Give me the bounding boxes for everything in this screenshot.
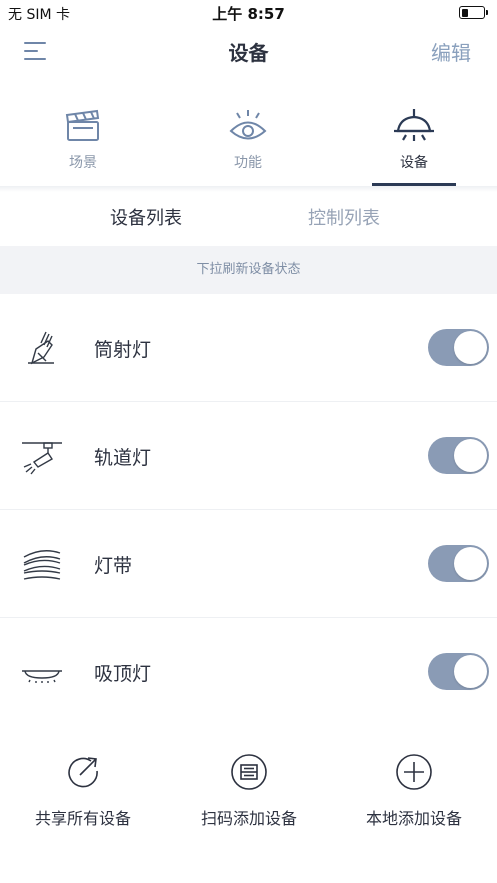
bottom-action-bar: 共享所有设备 扫码添加设备 本地添加设备	[0, 740, 497, 840]
device-name: 筒射灯	[94, 339, 152, 361]
local-add-device-button[interactable]: 本地添加设备	[331, 740, 497, 829]
navigation-bar: 设备 编辑	[0, 26, 497, 76]
share-all-devices-label: 共享所有设备	[34, 809, 131, 828]
device-power-toggle[interactable]	[428, 545, 489, 582]
tab-devices-label: 设备	[400, 155, 428, 171]
sub-tab-bar: 设备列表 控制列表	[0, 192, 497, 246]
toggle-knob	[454, 439, 487, 472]
light-strip-icon	[23, 550, 61, 580]
tab-scenes[interactable]: 场景	[28, 100, 138, 186]
edit-button[interactable]: 编辑	[431, 37, 471, 66]
battery-icon	[459, 6, 488, 19]
main-tab-bar: 场景 功能 设备	[0, 100, 497, 186]
hamburger-icon[interactable]	[22, 39, 48, 63]
list-item: 筒射灯	[0, 294, 497, 402]
clapperboard-icon	[65, 109, 100, 141]
list-item: 轨道灯	[0, 402, 497, 510]
device-power-toggle[interactable]	[428, 329, 489, 366]
list-item: 灯带	[0, 510, 497, 618]
pendant-lamp-icon	[394, 109, 434, 141]
toggle-knob	[454, 655, 487, 688]
scan-icon	[231, 754, 267, 790]
toggle-knob	[454, 547, 487, 580]
device-power-toggle[interactable]	[428, 653, 489, 690]
subtab-control-list[interactable]: 控制列表	[308, 204, 380, 230]
ceiling-light-icon	[22, 670, 62, 683]
device-power-toggle[interactable]	[428, 437, 489, 474]
tab-scenes-label: 场景	[69, 155, 97, 171]
pull-refresh-hint: 下拉刷新设备状态	[0, 246, 497, 294]
device-name: 吸顶灯	[94, 663, 152, 685]
add-icon	[396, 754, 432, 790]
tab-functions[interactable]: 功能	[193, 100, 303, 186]
device-name: 轨道灯	[94, 447, 152, 469]
share-all-devices-button[interactable]: 共享所有设备	[0, 740, 166, 829]
subtab-device-list[interactable]: 设备列表	[110, 204, 182, 230]
share-icon	[68, 757, 98, 788]
toggle-knob	[454, 331, 487, 364]
device-name: 灯带	[94, 555, 133, 577]
local-add-device-label: 本地添加设备	[365, 809, 462, 828]
list-item: 吸顶灯	[0, 618, 497, 725]
page-title: 设备	[228, 41, 269, 65]
track-light-icon	[22, 442, 62, 475]
eye-icon	[229, 110, 267, 140]
tab-functions-label: 功能	[234, 155, 262, 171]
spotlight-icon	[28, 331, 54, 365]
scan-add-device-label: 扫码添加设备	[200, 809, 297, 828]
clock: 上午 8:57	[212, 5, 285, 23]
status-bar: 无 SIM 卡 上午 8:57	[0, 0, 497, 26]
device-list: 筒射灯 轨道灯 灯带 吸顶灯	[0, 294, 497, 725]
tab-devices[interactable]: 设备	[359, 100, 469, 186]
scan-add-device-button[interactable]: 扫码添加设备	[166, 740, 332, 829]
